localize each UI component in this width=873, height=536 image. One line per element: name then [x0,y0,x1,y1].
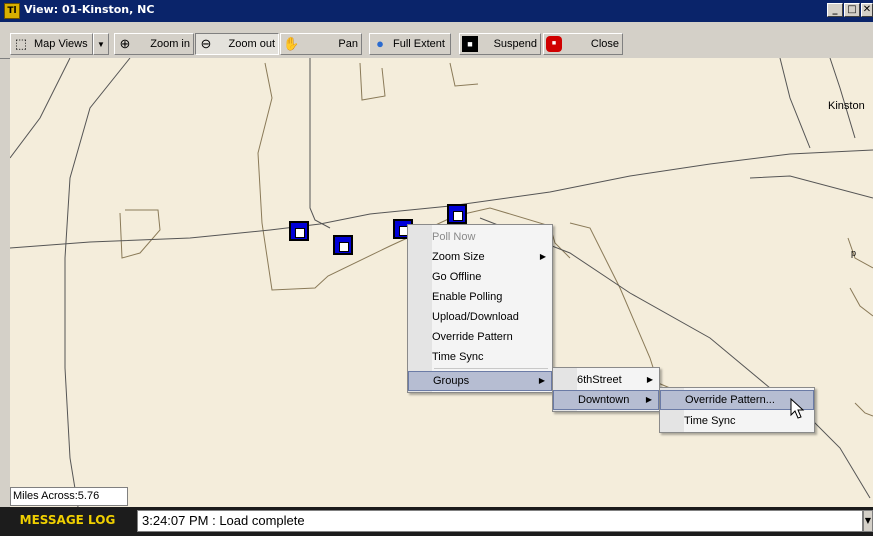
menu-item-groups[interactable]: Groups ▶ [408,371,552,391]
boundary-line [569,222,671,389]
road [309,58,331,229]
title-bar: Tl View: 01-Kinston, NC _ □ ✕ [0,0,873,22]
chevron-right-icon: ▶ [539,252,546,261]
groups-submenu: 6thStreet ▶ Downtown ▶ [552,367,660,412]
zoom-in-icon: ⊕ [119,36,131,51]
app-icon: Tl [4,3,20,19]
chevron-down-icon: ▼ [97,39,105,49]
menu-item-poll-now[interactable]: Poll Now [408,227,552,247]
maximize-button[interactable]: □ [844,3,860,17]
zoom-in-button[interactable]: ⊕ Zoom in [114,33,194,55]
scale-readout: Miles Across:5.76 [10,487,128,506]
cursor-arrow-icon [790,398,805,419]
message-log-label: MESSAGE LOG [19,513,116,527]
road [749,175,873,199]
map-views-dropdown[interactable]: ▼ [93,33,109,55]
full-extent-button[interactable]: ● Full Extent [369,33,451,55]
signal-icon[interactable] [447,204,467,224]
message-log-field[interactable]: 3:24:07 PM : Load complete [137,510,863,532]
stop-sign-icon: ■ [546,36,562,52]
boundary-line [849,287,873,317]
chevron-right-icon: ▶ [645,395,652,404]
chevron-right-icon: ▶ [538,376,545,385]
map-views-icon: ⬚ [14,36,28,51]
zoom-out-button[interactable]: ⊖ Zoom out [195,33,279,55]
chevron-down-icon: ▼ [864,516,872,525]
zoom-out-icon: ⊖ [200,36,212,51]
toolbar: ⬚ Map Views ▼ ⊕ Zoom in ⊖ Zoom out ✋ Pan… [0,22,873,59]
suspend-button[interactable]: ■ Suspend [459,33,541,55]
context-menu: Poll Now Zoom Size ▶ Go Offline Enable Po… [407,224,553,393]
message-log-dropdown[interactable]: ▼ [863,510,873,532]
message-log-bar: MESSAGE LOG 3:24:07 PM : Load complete ▼ [0,507,873,536]
menu-item-enable-polling[interactable]: Enable Polling [408,287,552,307]
boundary-line [854,402,873,417]
globe-icon: ● [376,36,384,51]
menu-item-zoom-size[interactable]: Zoom Size ▶ [408,247,552,267]
road [64,58,131,507]
window-title: View: 01-Kinston, NC [24,3,155,16]
chevron-right-icon: ▶ [646,375,653,384]
menu-item-downtown[interactable]: Downtown ▶ [553,390,659,410]
place-label-small: p [851,248,857,258]
pan-button[interactable]: ✋ Pan [280,33,362,55]
menu-item-upload-download[interactable]: Upload/Download [408,307,552,327]
map-views-button[interactable]: ⬚ Map Views [10,33,93,55]
menu-item-time-sync[interactable]: Time Sync [408,347,552,367]
menu-item-6thstreet[interactable]: 6thStreet ▶ [553,370,659,390]
close-window-button[interactable]: ✕ [861,3,873,17]
road [10,58,71,159]
signal-icon[interactable] [289,221,309,241]
place-label-kinston: Kinston [828,100,865,112]
boundary-line [359,62,386,101]
menu-item-go-offline[interactable]: Go Offline [408,267,552,287]
boundary-line [119,209,161,259]
boundary-line [449,62,479,87]
road [779,58,811,149]
suspend-icon: ■ [462,36,478,52]
hand-icon: ✋ [283,36,300,51]
menu-separator [434,368,548,369]
road [829,58,856,139]
close-button[interactable]: ■ Close [543,33,623,55]
menu-item-override-pattern[interactable]: Override Pattern [408,327,552,347]
minimize-button[interactable]: _ [827,3,843,17]
signal-icon[interactable] [333,235,353,255]
